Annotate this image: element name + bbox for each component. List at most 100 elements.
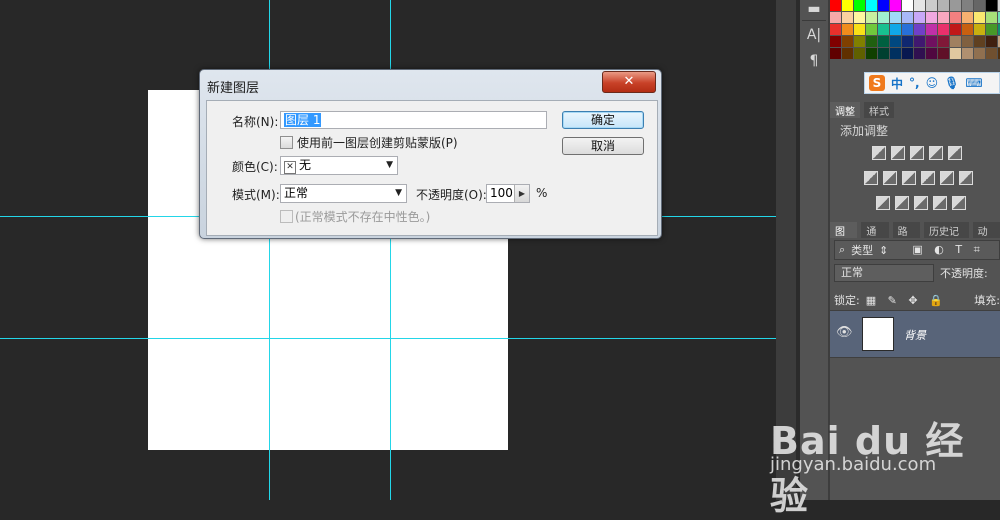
tab-channels[interactable]: 通道 (861, 222, 889, 253)
color-swatch[interactable] (890, 24, 901, 35)
color-swatch[interactable] (926, 24, 937, 35)
color-swatch[interactable] (878, 36, 889, 47)
ok-button[interactable]: 确定 (562, 111, 644, 129)
invert-icon[interactable] (876, 196, 890, 210)
color-swatch[interactable] (914, 0, 925, 11)
color-swatch[interactable] (950, 0, 961, 11)
filter-icons[interactable]: ▣ ◐ T ⌗ (912, 243, 983, 257)
ime-toolbar[interactable]: S 中 °, ☺ 🎙 ⌨ (864, 72, 1000, 94)
color-swatch[interactable] (830, 24, 841, 35)
type-tool-icon[interactable]: A| (804, 26, 824, 44)
color-swatch[interactable] (950, 48, 961, 59)
clip-mask-checkbox[interactable] (280, 136, 293, 149)
close-button[interactable]: ✕ (602, 71, 656, 93)
channel-mixer-icon[interactable] (940, 171, 954, 185)
gradient-map-icon[interactable] (933, 196, 947, 210)
color-swatch[interactable] (986, 12, 997, 23)
paragraph-icon[interactable]: ¶ (804, 52, 824, 70)
layer-name[interactable]: 背景 (904, 327, 926, 343)
layer-row-background[interactable]: 👁 背景 (830, 310, 1000, 358)
color-swatch[interactable] (938, 24, 949, 35)
microphone-icon[interactable]: 🎙 (944, 76, 959, 90)
color-swatch[interactable] (926, 12, 937, 23)
color-swatch[interactable] (878, 0, 889, 11)
color-swatch[interactable] (854, 36, 865, 47)
color-swatch[interactable] (866, 12, 877, 23)
mode-select[interactable]: 正常 ▼ (280, 184, 407, 203)
color-swatch[interactable] (986, 36, 997, 47)
blend-mode-select[interactable]: 正常 (834, 264, 934, 282)
color-swatch[interactable] (842, 36, 853, 47)
color-swatch[interactable] (938, 12, 949, 23)
color-swatch[interactable] (842, 24, 853, 35)
vibrance-icon[interactable] (948, 146, 962, 160)
eye-icon[interactable]: 👁 (836, 325, 853, 340)
tab-adjust[interactable]: 调整 (830, 102, 860, 118)
tab-paths[interactable]: 路径 (892, 222, 920, 253)
color-swatch[interactable] (974, 0, 985, 11)
color-select[interactable]: ✕ 无 ▼ (280, 156, 398, 175)
color-swatch[interactable] (890, 36, 901, 47)
hue-saturation-icon[interactable] (864, 171, 878, 185)
ime-language[interactable]: 中 (891, 75, 903, 92)
emoji-icon[interactable]: ☺ (926, 76, 939, 90)
guide-horizontal-2[interactable] (0, 338, 776, 339)
tab-history[interactable]: 历史记录 (923, 222, 969, 253)
color-swatch[interactable] (986, 48, 997, 59)
keyboard-icon[interactable]: ⌨ (965, 76, 982, 90)
color-swatch[interactable] (950, 36, 961, 47)
color-swatch[interactable] (890, 0, 901, 11)
color-swatch[interactable] (902, 12, 913, 23)
black-white-icon[interactable] (902, 171, 916, 185)
opacity-input[interactable]: 100 ▶ (486, 184, 530, 203)
color-swatch[interactable] (842, 48, 853, 59)
chevron-right-icon[interactable]: ▶ (514, 185, 529, 202)
color-swatch[interactable] (842, 12, 853, 23)
curves-icon[interactable] (910, 146, 924, 160)
tab-layers[interactable]: 图层 (830, 222, 858, 253)
color-swatch[interactable] (830, 48, 841, 59)
color-swatch[interactable] (938, 36, 949, 47)
color-swatch[interactable] (938, 48, 949, 59)
swatches-panel[interactable] (830, 0, 1000, 70)
color-swatch[interactable] (890, 12, 901, 23)
lock-icons[interactable]: ▦ ✎ ✥ 🔒 (866, 294, 947, 307)
color-swatch[interactable] (830, 0, 841, 11)
color-swatch[interactable] (830, 36, 841, 47)
levels-icon[interactable] (891, 146, 905, 160)
color-swatch[interactable] (962, 48, 973, 59)
color-swatch[interactable] (914, 36, 925, 47)
color-swatch[interactable] (962, 24, 973, 35)
color-swatch[interactable] (902, 24, 913, 35)
color-swatch[interactable] (866, 48, 877, 59)
color-swatch[interactable] (962, 36, 973, 47)
color-balance-icon[interactable] (883, 171, 897, 185)
color-swatch[interactable] (962, 12, 973, 23)
color-swatch[interactable] (974, 24, 985, 35)
color-swatch[interactable] (914, 24, 925, 35)
color-swatch[interactable] (974, 48, 985, 59)
color-swatch[interactable] (950, 12, 961, 23)
color-swatch[interactable] (938, 0, 949, 11)
color-swatch[interactable] (962, 0, 973, 11)
color-swatch[interactable] (854, 48, 865, 59)
posterize-icon[interactable] (895, 196, 909, 210)
color-swatch[interactable] (974, 12, 985, 23)
exposure-icon[interactable] (929, 146, 943, 160)
selective-color-icon[interactable] (952, 196, 966, 210)
color-swatch[interactable] (878, 48, 889, 59)
threshold-icon[interactable] (914, 196, 928, 210)
color-swatch[interactable] (854, 12, 865, 23)
brightness-icon[interactable] (872, 146, 886, 160)
color-swatch[interactable] (866, 0, 877, 11)
photo-filter-icon[interactable] (921, 171, 935, 185)
color-swatch[interactable] (866, 24, 877, 35)
color-swatch[interactable] (926, 0, 937, 11)
color-swatch[interactable] (926, 48, 937, 59)
color-swatch[interactable] (878, 12, 889, 23)
color-swatch[interactable] (902, 48, 913, 59)
color-swatch[interactable] (854, 0, 865, 11)
layer-filter[interactable]: ⌕ 类型 ⇕ ▣ ◐ T ⌗ (834, 240, 1000, 260)
color-swatch[interactable] (866, 36, 877, 47)
color-swatch[interactable] (914, 48, 925, 59)
